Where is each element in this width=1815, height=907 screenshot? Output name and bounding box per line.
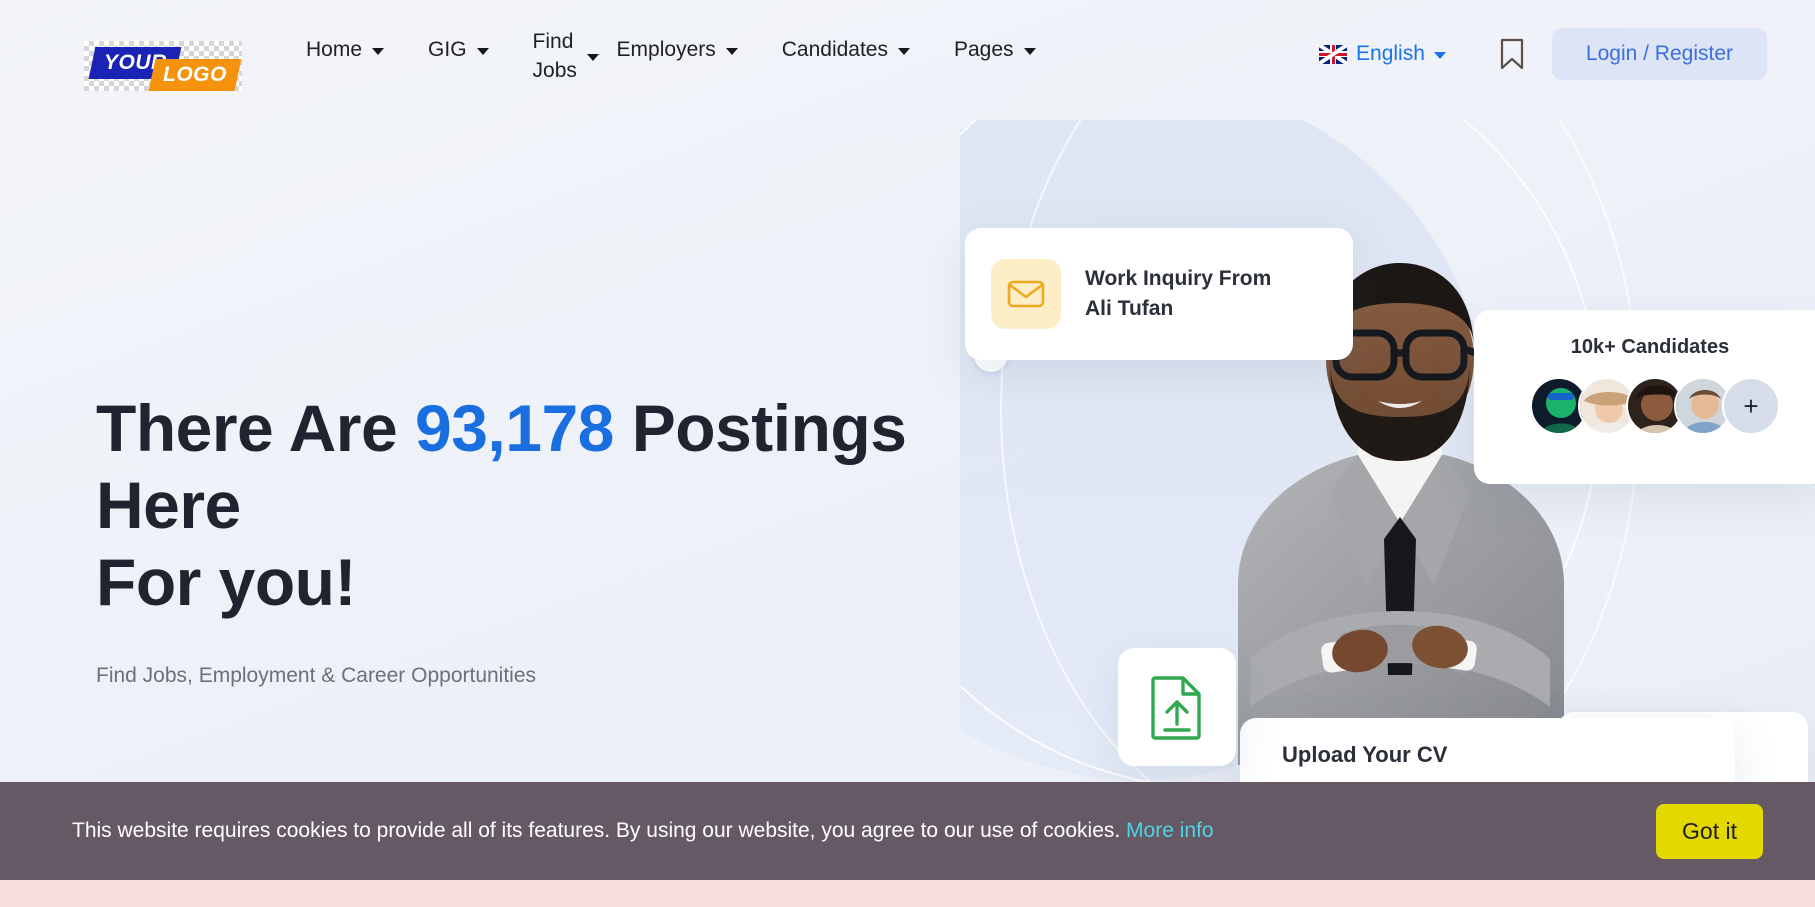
logo-orange-block: LOGO	[148, 59, 242, 91]
inquiry-line-1: Work Inquiry From	[1085, 266, 1272, 290]
cookie-accept-button[interactable]: Got it	[1656, 803, 1763, 859]
chevron-down-icon	[476, 47, 489, 55]
envelope-icon	[1007, 280, 1045, 308]
page-title: There Are 93,178 Postings Here For you!	[96, 390, 996, 622]
upload-document-icon	[1151, 676, 1201, 740]
page-bottom-strip	[0, 880, 1815, 907]
nav-item-gig[interactable]: GIG	[406, 28, 511, 72]
bookmark-button[interactable]	[1486, 32, 1538, 76]
chevron-down-icon	[898, 47, 910, 55]
cookie-message-text: This website requires cookies to provide…	[72, 819, 1127, 842]
site-header: YOUR LOGO Home GIG Find Jobs Employers C…	[0, 0, 1815, 126]
candidate-avatars: +	[1474, 377, 1815, 435]
cookie-banner: This website requires cookies to provide…	[0, 782, 1815, 880]
postings-count: 93,178	[415, 391, 614, 465]
nav-label: Candidates	[781, 38, 888, 61]
uk-flag-icon	[1319, 44, 1348, 64]
main-navigation: Home GIG Find Jobs Employers Candidates …	[284, 28, 1301, 86]
upload-cv-icon-card[interactable]	[1118, 648, 1236, 766]
nav-label: Employers	[616, 38, 716, 61]
inquiry-text: Work Inquiry From Ali Tufan	[1085, 264, 1271, 325]
candidates-title: 10k+ Candidates	[1570, 336, 1730, 358]
nav-label: Pages	[954, 38, 1014, 61]
envelope-icon-tile	[991, 259, 1061, 329]
candidates-card[interactable]: 10k+ Candidates +	[1474, 310, 1815, 484]
nav-item-candidates[interactable]: Candidates	[760, 28, 932, 72]
nav-label: Find Jobs	[532, 30, 577, 82]
chevron-down-icon	[725, 47, 738, 55]
nav-item-home[interactable]: Home	[284, 28, 406, 72]
page-root: YOUR LOGO Home GIG Find Jobs Employers C…	[0, 0, 1815, 907]
nav-item-employers[interactable]: Employers	[595, 28, 760, 72]
site-logo[interactable]: YOUR LOGO	[84, 41, 242, 91]
more-candidates-button[interactable]: +	[1722, 377, 1780, 435]
header-actions: English Login / Register	[1301, 28, 1767, 80]
hero-section: There Are 93,178 Postings Here For you! …	[96, 390, 996, 688]
chevron-down-icon	[1433, 51, 1446, 59]
upload-cv-title: Upload Your CV	[1282, 742, 1448, 767]
cookie-message: This website requires cookies to provide…	[72, 819, 1656, 843]
chevron-down-icon	[372, 47, 385, 55]
nav-item-pages[interactable]: Pages	[932, 28, 1058, 72]
inquiry-line-2: Ali Tufan	[1085, 297, 1174, 320]
headline-prefix: There Are	[96, 391, 416, 465]
nav-label: Home	[306, 38, 363, 61]
cookie-more-info-link[interactable]: More info	[1126, 819, 1214, 842]
headline-line2: For you!	[96, 545, 356, 620]
nav-label: GIG	[428, 38, 467, 61]
login-register-button[interactable]: Login / Register	[1551, 28, 1767, 80]
language-label: English	[1356, 42, 1425, 65]
nav-item-find-jobs[interactable]: Find Jobs	[511, 28, 599, 86]
hero-subtitle: Find Jobs, Employment & Career Opportuni…	[96, 663, 537, 687]
chevron-down-icon	[1023, 47, 1036, 55]
logo-text-logo: LOGO	[163, 63, 227, 86]
language-selector[interactable]: English	[1301, 42, 1464, 66]
bookmark-icon	[1500, 38, 1524, 70]
work-inquiry-card[interactable]: Work Inquiry From Ali Tufan	[965, 228, 1353, 360]
